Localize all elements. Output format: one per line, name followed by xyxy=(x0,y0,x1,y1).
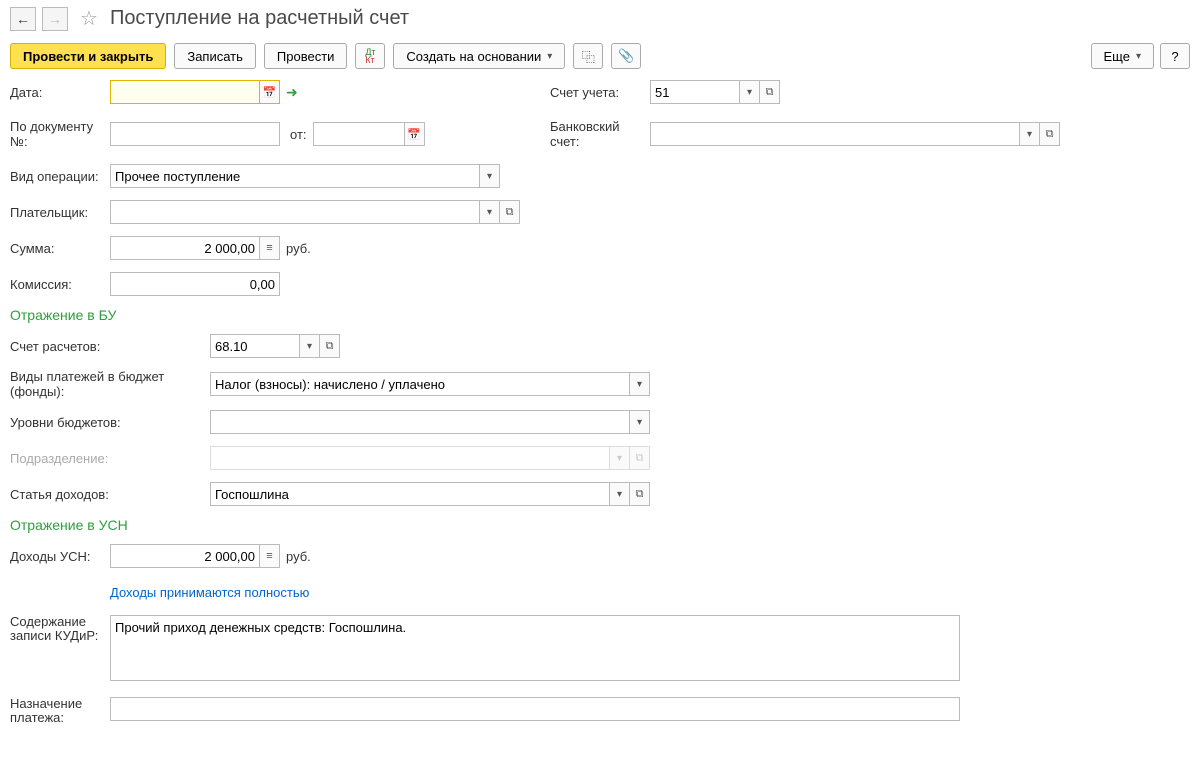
structure-icon: ⿻ xyxy=(582,47,595,66)
back-button[interactable]: ← xyxy=(10,7,36,31)
currency-label: руб. xyxy=(286,241,311,256)
from-date-input[interactable] xyxy=(313,122,405,146)
budget-levels-input[interactable] xyxy=(210,410,630,434)
more-button[interactable]: Еще xyxy=(1091,43,1154,69)
income-item-input[interactable] xyxy=(210,482,610,506)
date-label: Дата: xyxy=(10,85,110,100)
settlement-open-icon[interactable] xyxy=(320,334,340,358)
bank-account-label: Банковский счет: xyxy=(550,119,650,149)
income-item-label: Статья доходов: xyxy=(10,487,210,502)
department-label: Подразделение: xyxy=(10,451,210,466)
budget-payment-types-label: Виды платежей в бюджет (фонды): xyxy=(10,369,210,399)
optype-dropdown-icon[interactable] xyxy=(480,164,500,188)
dept-open-icon[interactable] xyxy=(630,446,650,470)
sum-input[interactable] xyxy=(110,236,260,260)
account-input[interactable] xyxy=(650,80,740,104)
date-input[interactable] xyxy=(110,80,260,104)
account-label: Счет учета: xyxy=(550,85,650,100)
purpose-textarea[interactable] xyxy=(110,697,960,721)
budget-payment-types-input[interactable] xyxy=(210,372,630,396)
create-based-button[interactable]: Создать на основании xyxy=(393,43,565,69)
payer-label: Плательщик: xyxy=(10,205,110,220)
paperclip-icon: 📎 xyxy=(618,48,634,64)
account-open-icon[interactable] xyxy=(760,80,780,104)
payer-dropdown-icon[interactable] xyxy=(480,200,500,224)
kudir-label-1: Содержание xyxy=(10,615,110,629)
settlement-account-label: Счет расчетов: xyxy=(10,339,210,354)
save-button[interactable]: Записать xyxy=(174,43,256,69)
usn-currency-label: руб. xyxy=(286,549,311,564)
settlement-dd-icon[interactable] xyxy=(300,334,320,358)
settlement-account-input[interactable] xyxy=(210,334,300,358)
bank-open-icon[interactable] xyxy=(1040,122,1060,146)
department-input[interactable] xyxy=(210,446,610,470)
purpose-label-1: Назначение xyxy=(10,697,110,711)
post-button[interactable]: Провести xyxy=(264,43,348,69)
section-bu-title: Отражение в БУ xyxy=(10,307,1190,323)
kudir-label-2: записи КУДиР: xyxy=(10,629,110,643)
bank-dropdown-icon[interactable] xyxy=(1020,122,1040,146)
post-and-close-button[interactable]: Провести и закрыть xyxy=(10,43,166,69)
sum-step-icon[interactable] xyxy=(260,236,280,260)
sum-label: Сумма: xyxy=(10,241,110,256)
bl-dd-icon[interactable] xyxy=(630,410,650,434)
from-label: от: xyxy=(290,127,307,142)
structure-button[interactable]: ⿻ xyxy=(573,43,603,69)
dtkt-icon: ДтКт xyxy=(365,48,375,64)
bpt-dd-icon[interactable] xyxy=(630,372,650,396)
usn-step-icon[interactable] xyxy=(260,544,280,568)
payer-open-icon[interactable] xyxy=(500,200,520,224)
dept-dd-icon[interactable] xyxy=(610,446,630,470)
income-dd-icon[interactable] xyxy=(610,482,630,506)
from-calendar-icon[interactable] xyxy=(405,122,425,146)
optype-label: Вид операции: xyxy=(10,169,110,184)
section-usn-title: Отражение в УСН xyxy=(10,517,1190,533)
attachment-button[interactable]: 📎 xyxy=(611,43,641,69)
docno-input[interactable] xyxy=(110,122,280,146)
dtkt-button[interactable]: ДтКт xyxy=(355,43,385,69)
purpose-label-2: платежа: xyxy=(10,711,110,725)
optype-input[interactable] xyxy=(110,164,480,188)
usn-income-input[interactable] xyxy=(110,544,260,568)
payer-input[interactable] xyxy=(110,200,480,224)
usn-income-label: Доходы УСН: xyxy=(10,549,110,564)
page-title: Поступление на расчетный счет xyxy=(110,7,409,30)
forward-button[interactable]: → xyxy=(42,7,68,31)
income-open-icon[interactable] xyxy=(630,482,650,506)
income-full-link[interactable]: Доходы принимаются полностью xyxy=(110,585,309,600)
help-button[interactable]: ? xyxy=(1160,43,1190,69)
account-dropdown-icon[interactable] xyxy=(740,80,760,104)
budget-levels-label: Уровни бюджетов: xyxy=(10,415,210,430)
favorite-icon[interactable]: ☆ xyxy=(80,6,98,31)
kudir-textarea[interactable] xyxy=(110,615,960,681)
commission-input[interactable] xyxy=(110,272,280,296)
calendar-icon[interactable] xyxy=(260,80,280,104)
bank-account-input[interactable] xyxy=(650,122,1020,146)
external-icon[interactable]: ➜ xyxy=(286,84,298,101)
docno-label: По документу №: xyxy=(10,119,110,149)
commission-label: Комиссия: xyxy=(10,277,110,292)
